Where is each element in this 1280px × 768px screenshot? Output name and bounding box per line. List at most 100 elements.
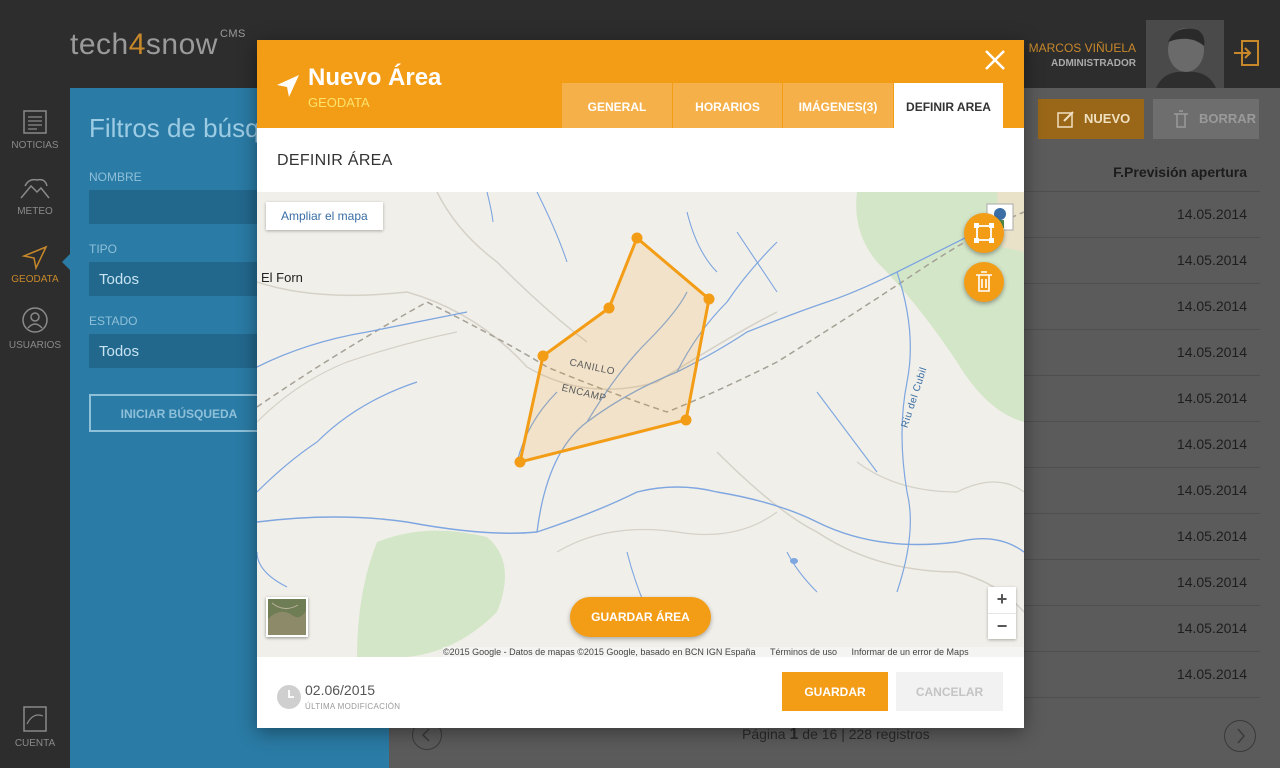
nav-label: USUARIOS [8,340,62,351]
tab-general[interactable]: GENERAL [562,83,672,128]
delete-shape-button[interactable] [964,262,1004,302]
new-area-modal: Nuevo Área GEODATA GENERAL HORARIOS IMÁG… [257,40,1024,728]
report-error-link[interactable]: Informar de un error de Maps [852,647,969,657]
table-cell-date: 14.05.2014 [1176,252,1247,268]
tab-imagenes[interactable]: IMÁGENES(3) [783,83,893,128]
tipo-select[interactable]: Todos [89,262,259,296]
tab-definir-area[interactable]: DEFINIR AREA [894,83,1003,128]
row-divider [1024,605,1260,606]
avatar-silhouette-icon [1146,20,1224,88]
clock-icon [277,685,301,709]
table-cell-date: 14.05.2014 [1176,620,1247,636]
modal-subtitle: GEODATA [308,95,370,110]
table-cell-date: 14.05.2014 [1176,482,1247,498]
save-button[interactable]: GUARDAR [782,672,888,711]
logo-text: tech [70,28,129,61]
pager-page: 1 [789,726,799,743]
logout-icon[interactable] [1232,38,1262,68]
estado-select[interactable]: Todos [89,334,259,368]
pager-prefix: Página [742,726,786,742]
map-attribution: ©2015 Google - Datos de mapas ©2015 Goog… [443,647,1024,657]
satellite-view-toggle[interactable] [266,597,308,637]
table-cell-date: 14.05.2014 [1176,390,1247,406]
row-divider [1024,697,1260,698]
tipo-label: TIPO [89,242,118,256]
row-divider [1024,651,1260,652]
close-button[interactable] [983,48,1007,72]
nav-item-geodata[interactable]: GEODATA [0,244,70,285]
map-view[interactable]: El Forn CANILLO ENCAMP Riu del Cubil Amp… [257,192,1024,657]
table-cell-date: 14.05.2014 [1176,206,1247,222]
pagination-info: Página 1 de 16 | 228 registros [742,726,930,744]
location-arrow-icon [21,245,48,270]
pager-suffix: de 16 | 228 registros [802,726,930,742]
logo-text-2: snow [145,28,218,61]
user-role: ADMINISTRADOR [1051,58,1136,69]
table-cell-date: 14.05.2014 [1176,298,1247,314]
user-icon [22,307,48,333]
next-page-button[interactable] [1224,720,1256,752]
chevron-right-icon [1237,728,1245,744]
nav-label: METEO [17,206,53,217]
cancel-button[interactable]: CANCELAR [896,672,1003,711]
side-nav: NOTICIAS METEO GEODATA USUARIOS CUENTA [0,88,70,768]
last-modified-label: ÚLTIMA MODIFICACIÓN [305,702,401,711]
column-header[interactable]: F.Previsión apertura [1113,164,1247,180]
row-divider [1024,375,1260,376]
new-button[interactable]: NUEVO [1038,99,1144,139]
nav-item-meteo[interactable]: METEO [0,176,70,217]
account-map-icon [23,706,47,732]
header-divider [1024,191,1260,192]
zoom-in-button[interactable]: + [988,587,1016,613]
zoom-control: + − [988,587,1016,639]
trash-icon [976,271,992,292]
newspaper-icon [23,110,47,134]
nav-item-noticias[interactable]: NOTICIAS [0,108,70,151]
edit-icon [1057,111,1074,128]
modal-title: Nuevo Área [308,64,442,91]
attribution-text: ©2015 Google - Datos de mapas ©2015 Goog… [443,647,756,657]
nombre-label: NOMBRE [89,170,142,184]
active-nav-indicator [62,254,70,270]
delete-button-label: BORRAR [1199,111,1257,126]
row-divider [1024,237,1260,238]
delete-button[interactable]: BORRAR [1153,99,1259,139]
table-cell-date: 14.05.2014 [1176,574,1247,590]
place-label: El Forn [261,270,303,285]
last-modified-date: 02.06/2015 [305,682,376,698]
app-logo[interactable]: tech4snow CMS [70,28,246,62]
row-divider [1024,283,1260,284]
user-name: MARCOS VIÑUELA [1028,41,1136,55]
nav-label: GEODATA [11,274,59,285]
draw-rectangle-icon [974,223,994,243]
trash-icon [1174,110,1188,128]
location-arrow-icon [277,75,299,97]
save-area-button[interactable]: GUARDAR ÁREA [570,597,711,637]
nombre-input[interactable] [89,190,259,224]
table-cell-date: 14.05.2014 [1176,666,1247,682]
zoom-out-button[interactable]: − [988,613,1016,640]
nav-item-cuenta[interactable]: CUENTA [0,704,70,749]
nav-label: CUENTA [14,738,56,749]
logo-suffix: CMS [219,28,246,40]
section-title: DEFINIR ÁREA [277,152,393,169]
table-cell-date: 14.05.2014 [1176,344,1247,360]
new-button-label: NUEVO [1084,111,1131,126]
close-icon [985,50,1005,70]
search-button[interactable]: INICIAR BÚSQUEDA [89,394,269,432]
expand-map-button[interactable]: Ampliar el mapa [266,202,383,230]
row-divider [1024,421,1260,422]
draw-rectangle-button[interactable] [964,213,1004,253]
row-divider [1024,513,1260,514]
satellite-thumbnail-icon [268,599,306,635]
nav-label: NOTICIAS [11,140,59,151]
avatar[interactable] [1146,20,1224,88]
row-divider [1024,559,1260,560]
logo-number: 4 [128,28,146,61]
nav-item-usuarios[interactable]: USUARIOS [0,306,70,351]
table-cell-date: 14.05.2014 [1176,436,1247,452]
tab-horarios[interactable]: HORARIOS [673,83,782,128]
table-cell-date: 14.05.2014 [1176,528,1247,544]
terms-link[interactable]: Términos de uso [770,647,837,657]
row-divider [1024,467,1260,468]
